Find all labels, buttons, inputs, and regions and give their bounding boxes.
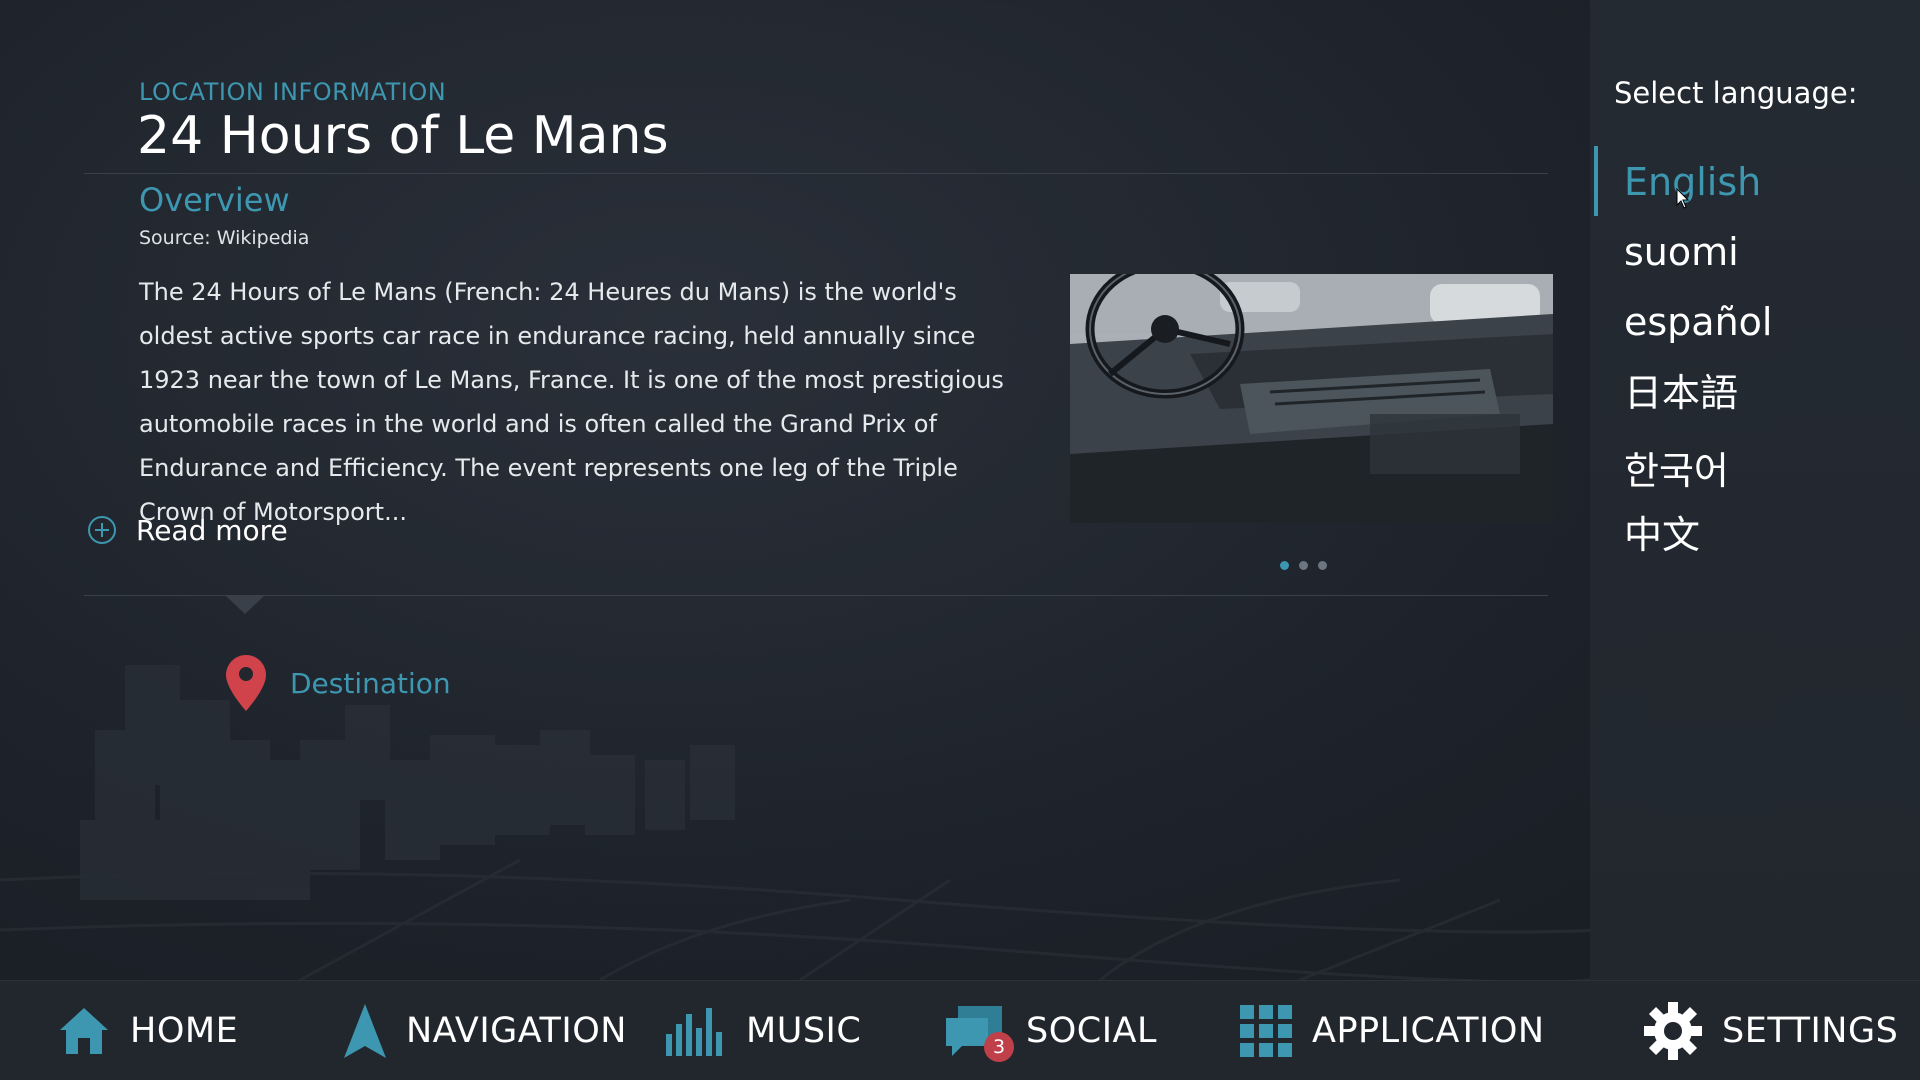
nav-social[interactable]: 3 SOCIAL: [944, 981, 1157, 1080]
language-option-japanese[interactable]: 日本語: [1624, 362, 1738, 417]
language-option-suomi[interactable]: suomi: [1624, 230, 1739, 274]
divider: [84, 595, 1548, 596]
nav-application[interactable]: APPLICATION: [1240, 981, 1545, 1080]
location-info-panel: LOCATION INFORMATION 24 Hours of Le Mans…: [0, 0, 1590, 980]
nav-navigation[interactable]: NAVIGATION: [344, 981, 627, 1080]
pager-dot-2[interactable]: [1299, 561, 1308, 570]
section-pointer: [226, 596, 264, 614]
page-title: 24 Hours of Le Mans: [137, 106, 669, 166]
selected-language-marker: [1594, 146, 1598, 216]
app-grid-icon: [1240, 1005, 1292, 1057]
equalizer-icon: [664, 1006, 726, 1056]
read-more-label: Read more: [136, 513, 288, 547]
language-option-korean[interactable]: 한국어: [1624, 440, 1729, 495]
home-icon: [58, 1006, 110, 1056]
social-badge: 3: [984, 1032, 1014, 1062]
category-label: LOCATION INFORMATION: [139, 78, 447, 106]
nav-navigation-label: NAVIGATION: [406, 1011, 627, 1051]
destination-label: Destination: [290, 666, 451, 700]
language-option-chinese[interactable]: 中文: [1624, 504, 1700, 559]
nav-home-label: HOME: [130, 1011, 239, 1051]
language-panel-title: Select language:: [1614, 76, 1858, 110]
gear-icon: [1644, 1002, 1702, 1060]
nav-settings[interactable]: SETTINGS: [1644, 981, 1898, 1080]
nav-music-label: MUSIC: [746, 1011, 862, 1051]
navigation-arrow-icon: [344, 1004, 386, 1058]
map-pin-icon: [226, 655, 266, 711]
nav-settings-label: SETTINGS: [1722, 1011, 1899, 1051]
image-pager[interactable]: [1280, 561, 1327, 570]
car-interior-photo[interactable]: [1070, 274, 1553, 523]
section-title: Overview: [139, 181, 290, 219]
destination-link[interactable]: Destination: [226, 655, 451, 711]
language-option-espanol[interactable]: español: [1624, 300, 1772, 344]
pager-dot-3[interactable]: [1318, 561, 1327, 570]
nav-music[interactable]: MUSIC: [664, 981, 861, 1080]
overview-text: The 24 Hours of Le Mans (French: 24 Heur…: [139, 278, 1004, 526]
bottom-nav-bar: HOME NAVIGATION MUSIC 3 SOCIAL APPLICATI…: [0, 980, 1920, 1080]
nav-home[interactable]: HOME: [58, 981, 238, 1080]
divider: [84, 173, 1548, 174]
pager-dot-1[interactable]: [1280, 561, 1289, 570]
mouse-cursor-icon: [1676, 188, 1690, 209]
chat-bubbles-icon: 3: [944, 1004, 1014, 1062]
nav-social-label: SOCIAL: [1026, 1011, 1157, 1051]
nav-application-label: APPLICATION: [1312, 1011, 1545, 1051]
source-label: Source: Wikipedia: [139, 227, 310, 249]
language-panel: Select language: English suomi español 日…: [1590, 0, 1920, 980]
read-more-button[interactable]: Read more: [88, 512, 288, 548]
plus-circle-icon: [88, 516, 116, 544]
language-option-english[interactable]: English: [1624, 160, 1761, 204]
